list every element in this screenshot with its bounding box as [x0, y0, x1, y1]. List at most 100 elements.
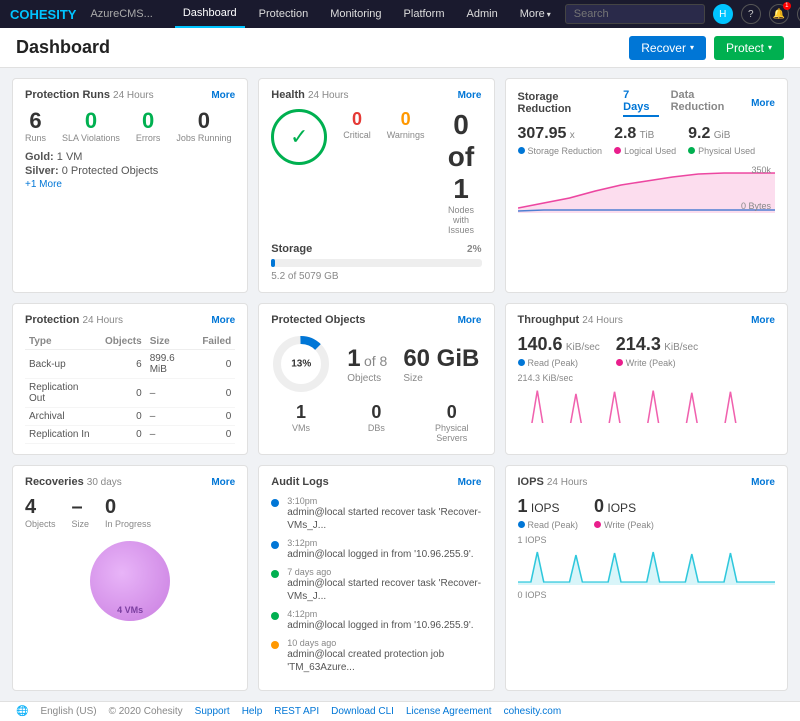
tab-7days[interactable]: 7 Days [623, 89, 658, 117]
jobs-label: Jobs Running [176, 133, 231, 143]
rec-objects: 4 Objects [25, 496, 56, 529]
recoveries-card: Recoveries 30 days More 4 Objects – Size… [12, 465, 248, 691]
footer: 🌐 English (US) © 2020 Cohesity Support H… [0, 701, 800, 721]
topnav-right: H ? 🔔 1 ⚙ [565, 4, 800, 24]
search-input[interactable] [565, 4, 705, 24]
chart-max-label: 350k [751, 165, 771, 175]
po-breakdown: 1 VMs 0 DBs 0 Physical Servers [271, 402, 481, 443]
recoveries-title: Recoveries 30 days More [25, 476, 235, 488]
rec-size: – Size [72, 496, 90, 529]
audit-logs-card: Audit Logs More 3:10pm admin@local start… [258, 465, 494, 691]
audit-content: 7 days ago admin@local started recover t… [287, 567, 481, 603]
protection-runs-card: Protection Runs 24 Hours More 6 Runs 0 S… [12, 78, 248, 293]
po-count-stat: 1 of 8 Objects [347, 345, 387, 384]
col-objects: Objects [101, 334, 146, 350]
top-navigation: COHESITY AzureCMS... Dashboard Protectio… [0, 0, 800, 28]
nav-more[interactable]: More ▾ [512, 0, 559, 28]
po-dbs: 0 DBs [347, 402, 406, 443]
footer-language: English (US) [40, 706, 96, 717]
tab-data-reduction[interactable]: Data Reduction [671, 89, 752, 117]
footer-help[interactable]: Help [242, 706, 263, 717]
tp-write-dot [616, 359, 623, 366]
notifications-icon[interactable]: 🔔 1 [769, 4, 789, 24]
protect-button[interactable]: Protect ▾ [714, 36, 784, 60]
protection-runs-stats: 6 Runs 0 SLA Violations 0 Errors 0 Jobs … [25, 109, 235, 143]
bubble-label: 4 VMs [117, 605, 143, 615]
donut-label: 13% [291, 359, 311, 370]
tp-chart-label: 214.3 KiB/sec [518, 373, 776, 383]
recoveries-stats: 4 Objects – Size 0 In Progress [25, 496, 235, 529]
table-row: Replication Out 0 – 0 [25, 379, 235, 408]
runs-stat: 6 Runs [25, 109, 46, 143]
jobs-stat: 0 Jobs Running [176, 109, 231, 143]
tp-read-dot [518, 359, 525, 366]
po-counts: 1 of 8 Objects 60 GiB Size [347, 345, 479, 384]
audit-dot-orange [271, 641, 279, 649]
footer-license[interactable]: License Agreement [406, 706, 492, 717]
table-row: Archival 0 – 0 [25, 408, 235, 426]
audit-logs-title: Audit Logs More [271, 476, 481, 488]
recover-chevron-icon: ▾ [690, 43, 694, 52]
footer-download-cli[interactable]: Download CLI [331, 706, 394, 717]
po-physical: 0 Physical Servers [422, 402, 481, 443]
throughput-metrics: 140.6 KiB/sec Read (Peak) 214.3 KiB/sec … [518, 334, 776, 369]
health-card: Health 24 Hours More ✓ 0 Critical 0 Warn… [258, 78, 494, 293]
nav-monitoring[interactable]: Monitoring [322, 0, 389, 28]
footer-rest-api[interactable]: REST API [274, 706, 319, 717]
nav-protection[interactable]: Protection [251, 0, 317, 28]
iops-more[interactable]: More [751, 477, 775, 488]
more-policies-link[interactable]: +1 More [25, 179, 235, 190]
throughput-title: Throughput 24 Hours More [518, 314, 776, 326]
logo[interactable]: COHESITY [10, 7, 76, 22]
list-item: 10 days ago admin@local created protecti… [271, 638, 481, 674]
nodes-stat: 0 of 1 Nodes with Issues [440, 109, 481, 235]
iops-read: 1 IOPS Read (Peak) [518, 496, 579, 531]
nav-dashboard[interactable]: Dashboard [175, 0, 245, 28]
audit-content: 10 days ago admin@local created protecti… [287, 638, 481, 674]
audit-dot-green [271, 570, 279, 578]
help-icon[interactable]: ? [741, 4, 761, 24]
user-icon[interactable]: H [713, 4, 733, 24]
audit-logs-more[interactable]: More [458, 477, 482, 488]
storage-title: Storage 2% [271, 243, 481, 255]
iops-title: IOPS 24 Hours More [518, 476, 776, 488]
health-check-icon: ✓ [290, 124, 308, 150]
audit-content: 3:12pm admin@local logged in from '10.96… [287, 538, 473, 561]
health-more[interactable]: More [458, 90, 482, 101]
iops-write: 0 IOPS Write (Peak) [594, 496, 654, 531]
errors-stat: 0 Errors [136, 109, 161, 143]
audit-dot-green [271, 612, 279, 620]
storage-reduction-more[interactable]: More [751, 98, 775, 109]
footer-website[interactable]: cohesity.com [504, 706, 562, 717]
rec-progress: 0 In Progress [105, 496, 151, 529]
col-size: Size [146, 334, 199, 350]
logical-used-metric: 2.8 TiB Logical Used [614, 125, 676, 157]
protection-more[interactable]: More [211, 315, 235, 326]
protected-objects-title: Protected Objects More [271, 314, 481, 326]
nav-admin[interactable]: Admin [459, 0, 506, 28]
storage-reduction-card: Storage Reduction 7 Days Data Reduction … [505, 78, 789, 293]
recover-button[interactable]: Recover ▾ [629, 36, 706, 60]
protect-chevron-icon: ▾ [768, 43, 772, 52]
physical-dot [688, 147, 695, 154]
iops-chart-label: 1 IOPS [518, 535, 776, 545]
storage-text: 5.2 of 5079 GB [271, 271, 481, 282]
protected-objects-more[interactable]: More [458, 315, 482, 326]
footer-globe-icon: 🌐 [16, 706, 28, 717]
iops-card: IOPS 24 Hours More 1 IOPS Read (Peak) 0 … [505, 465, 789, 691]
jobs-value: 0 [176, 109, 231, 133]
physical-used-metric: 9.2 GiB Physical Used [688, 125, 755, 157]
throughput-more[interactable]: More [751, 315, 775, 326]
nav-platform[interactable]: Platform [396, 0, 453, 28]
errors-label: Errors [136, 133, 161, 143]
protection-runs-more[interactable]: More [211, 90, 235, 101]
policies-section: Gold: 1 VM Silver: 0 Protected Objects +… [25, 151, 235, 190]
storage-dot [518, 147, 525, 154]
page-title: Dashboard [16, 37, 110, 58]
footer-support[interactable]: Support [195, 706, 230, 717]
runs-label: Runs [25, 133, 46, 143]
nodes-label: Nodes with Issues [440, 205, 481, 235]
recoveries-more[interactable]: More [211, 477, 235, 488]
runs-value: 6 [25, 109, 46, 133]
audit-content: 4:12pm admin@local logged in from '10.96… [287, 609, 473, 632]
